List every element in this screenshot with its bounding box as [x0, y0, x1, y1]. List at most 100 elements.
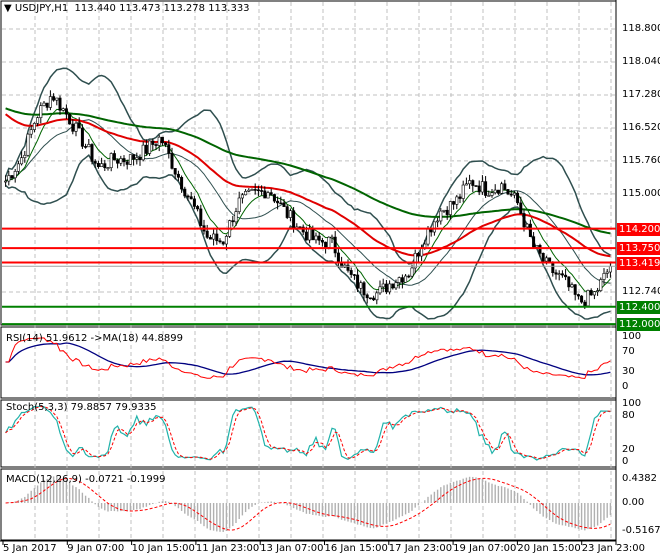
time-tick: 10 Jan 15:00: [131, 543, 195, 554]
candle: [247, 189, 251, 192]
candle: [100, 163, 104, 168]
candle: [608, 265, 612, 273]
candle: [32, 123, 36, 130]
candle: [285, 206, 289, 218]
candle: [90, 144, 94, 162]
rsi-tick: 100: [622, 331, 642, 342]
candle: [263, 190, 267, 199]
candle: [39, 105, 43, 118]
candle: [141, 144, 145, 161]
candle: [42, 102, 46, 106]
candle: [381, 283, 385, 288]
candle: [119, 158, 123, 164]
candle: [317, 235, 321, 241]
candle: [490, 192, 494, 196]
candle: [468, 180, 472, 185]
candle: [183, 188, 187, 197]
candle: [199, 208, 203, 226]
candle: [109, 153, 113, 168]
candle: [330, 236, 334, 239]
candle: [525, 223, 529, 228]
price-tick: 118.800: [622, 23, 660, 34]
candle: [269, 192, 273, 195]
candle: [512, 192, 516, 196]
candle: [260, 190, 264, 192]
time-tick: 20 Jan 15:00: [517, 543, 581, 554]
price-tick: 115.760: [622, 154, 660, 166]
candle: [519, 202, 523, 214]
candle: [224, 236, 228, 245]
candle: [461, 184, 465, 199]
candle: [55, 97, 59, 101]
time-tick: 16 Jan 15:00: [324, 543, 388, 554]
time-tick: 9 Jan 07:00: [67, 543, 125, 554]
dropdown-triangle-icon[interactable]: ▼: [4, 3, 12, 14]
candle: [538, 245, 542, 254]
candle: [583, 301, 587, 307]
candle: [551, 262, 555, 274]
candle: [404, 275, 408, 283]
candle: [148, 140, 152, 154]
chart-window: ▼ USDJPY,H1 113.440 113.473 113.278 113.…: [0, 0, 660, 560]
level-tag: 113.750: [617, 242, 660, 256]
stoch-tick: 100: [622, 398, 642, 409]
candle: [112, 153, 116, 161]
candle: [487, 195, 491, 197]
candle: [567, 276, 571, 288]
candle: [96, 163, 100, 168]
candle: [436, 220, 440, 223]
candle: [144, 144, 148, 154]
candle: [564, 274, 568, 278]
stoch-tick: 0: [622, 456, 629, 467]
stoch-tick: 80: [622, 409, 635, 421]
open-value: 113.440: [74, 3, 116, 14]
time-tick: 13 Jan 07:00: [260, 543, 324, 554]
candle: [234, 211, 238, 223]
candle: [528, 223, 532, 237]
candle: [496, 189, 500, 194]
candle: [61, 108, 65, 111]
candle: [394, 282, 398, 289]
candle: [397, 277, 401, 283]
candle: [580, 295, 584, 303]
rsi-tick: 70: [622, 346, 635, 357]
candle: [452, 201, 456, 205]
symbol-label: USDJPY,H1: [14, 3, 69, 14]
candle: [365, 294, 369, 299]
price-tick: 116.520: [622, 121, 660, 133]
candle: [189, 196, 193, 200]
close-value: 113.333: [208, 3, 250, 14]
candle: [84, 146, 88, 148]
candle: [327, 236, 331, 248]
candle: [391, 283, 395, 289]
candle: [71, 123, 75, 132]
candle: [106, 167, 110, 169]
candle: [122, 158, 126, 163]
macd-tick: 0.4382: [622, 472, 657, 484]
candle: [596, 290, 600, 293]
candle: [157, 136, 161, 146]
candle: [292, 210, 296, 229]
high-value: 113.473: [119, 3, 161, 14]
candle: [442, 209, 446, 212]
candle: [477, 185, 481, 193]
candle: [87, 144, 91, 148]
candle: [471, 180, 475, 186]
rsi-tick: 0: [622, 381, 629, 392]
candle: [605, 271, 609, 274]
level-tag: 113.419: [617, 256, 660, 270]
candle: [400, 277, 404, 283]
candle: [506, 189, 510, 195]
price-tick: 117.280: [622, 88, 660, 100]
time-tick: 23 Jan 23:00: [581, 543, 646, 554]
candle: [304, 231, 308, 241]
candle: [116, 159, 120, 164]
time-tick: 19 Jan 07:00: [453, 543, 517, 554]
candle: [218, 240, 222, 243]
candle: [544, 257, 548, 262]
candle: [368, 297, 372, 300]
time-tick: 11 Jan 23:00: [195, 543, 260, 554]
time-tick: 5 Jan 2017: [3, 543, 57, 554]
candle: [180, 177, 184, 190]
candle: [429, 228, 433, 233]
